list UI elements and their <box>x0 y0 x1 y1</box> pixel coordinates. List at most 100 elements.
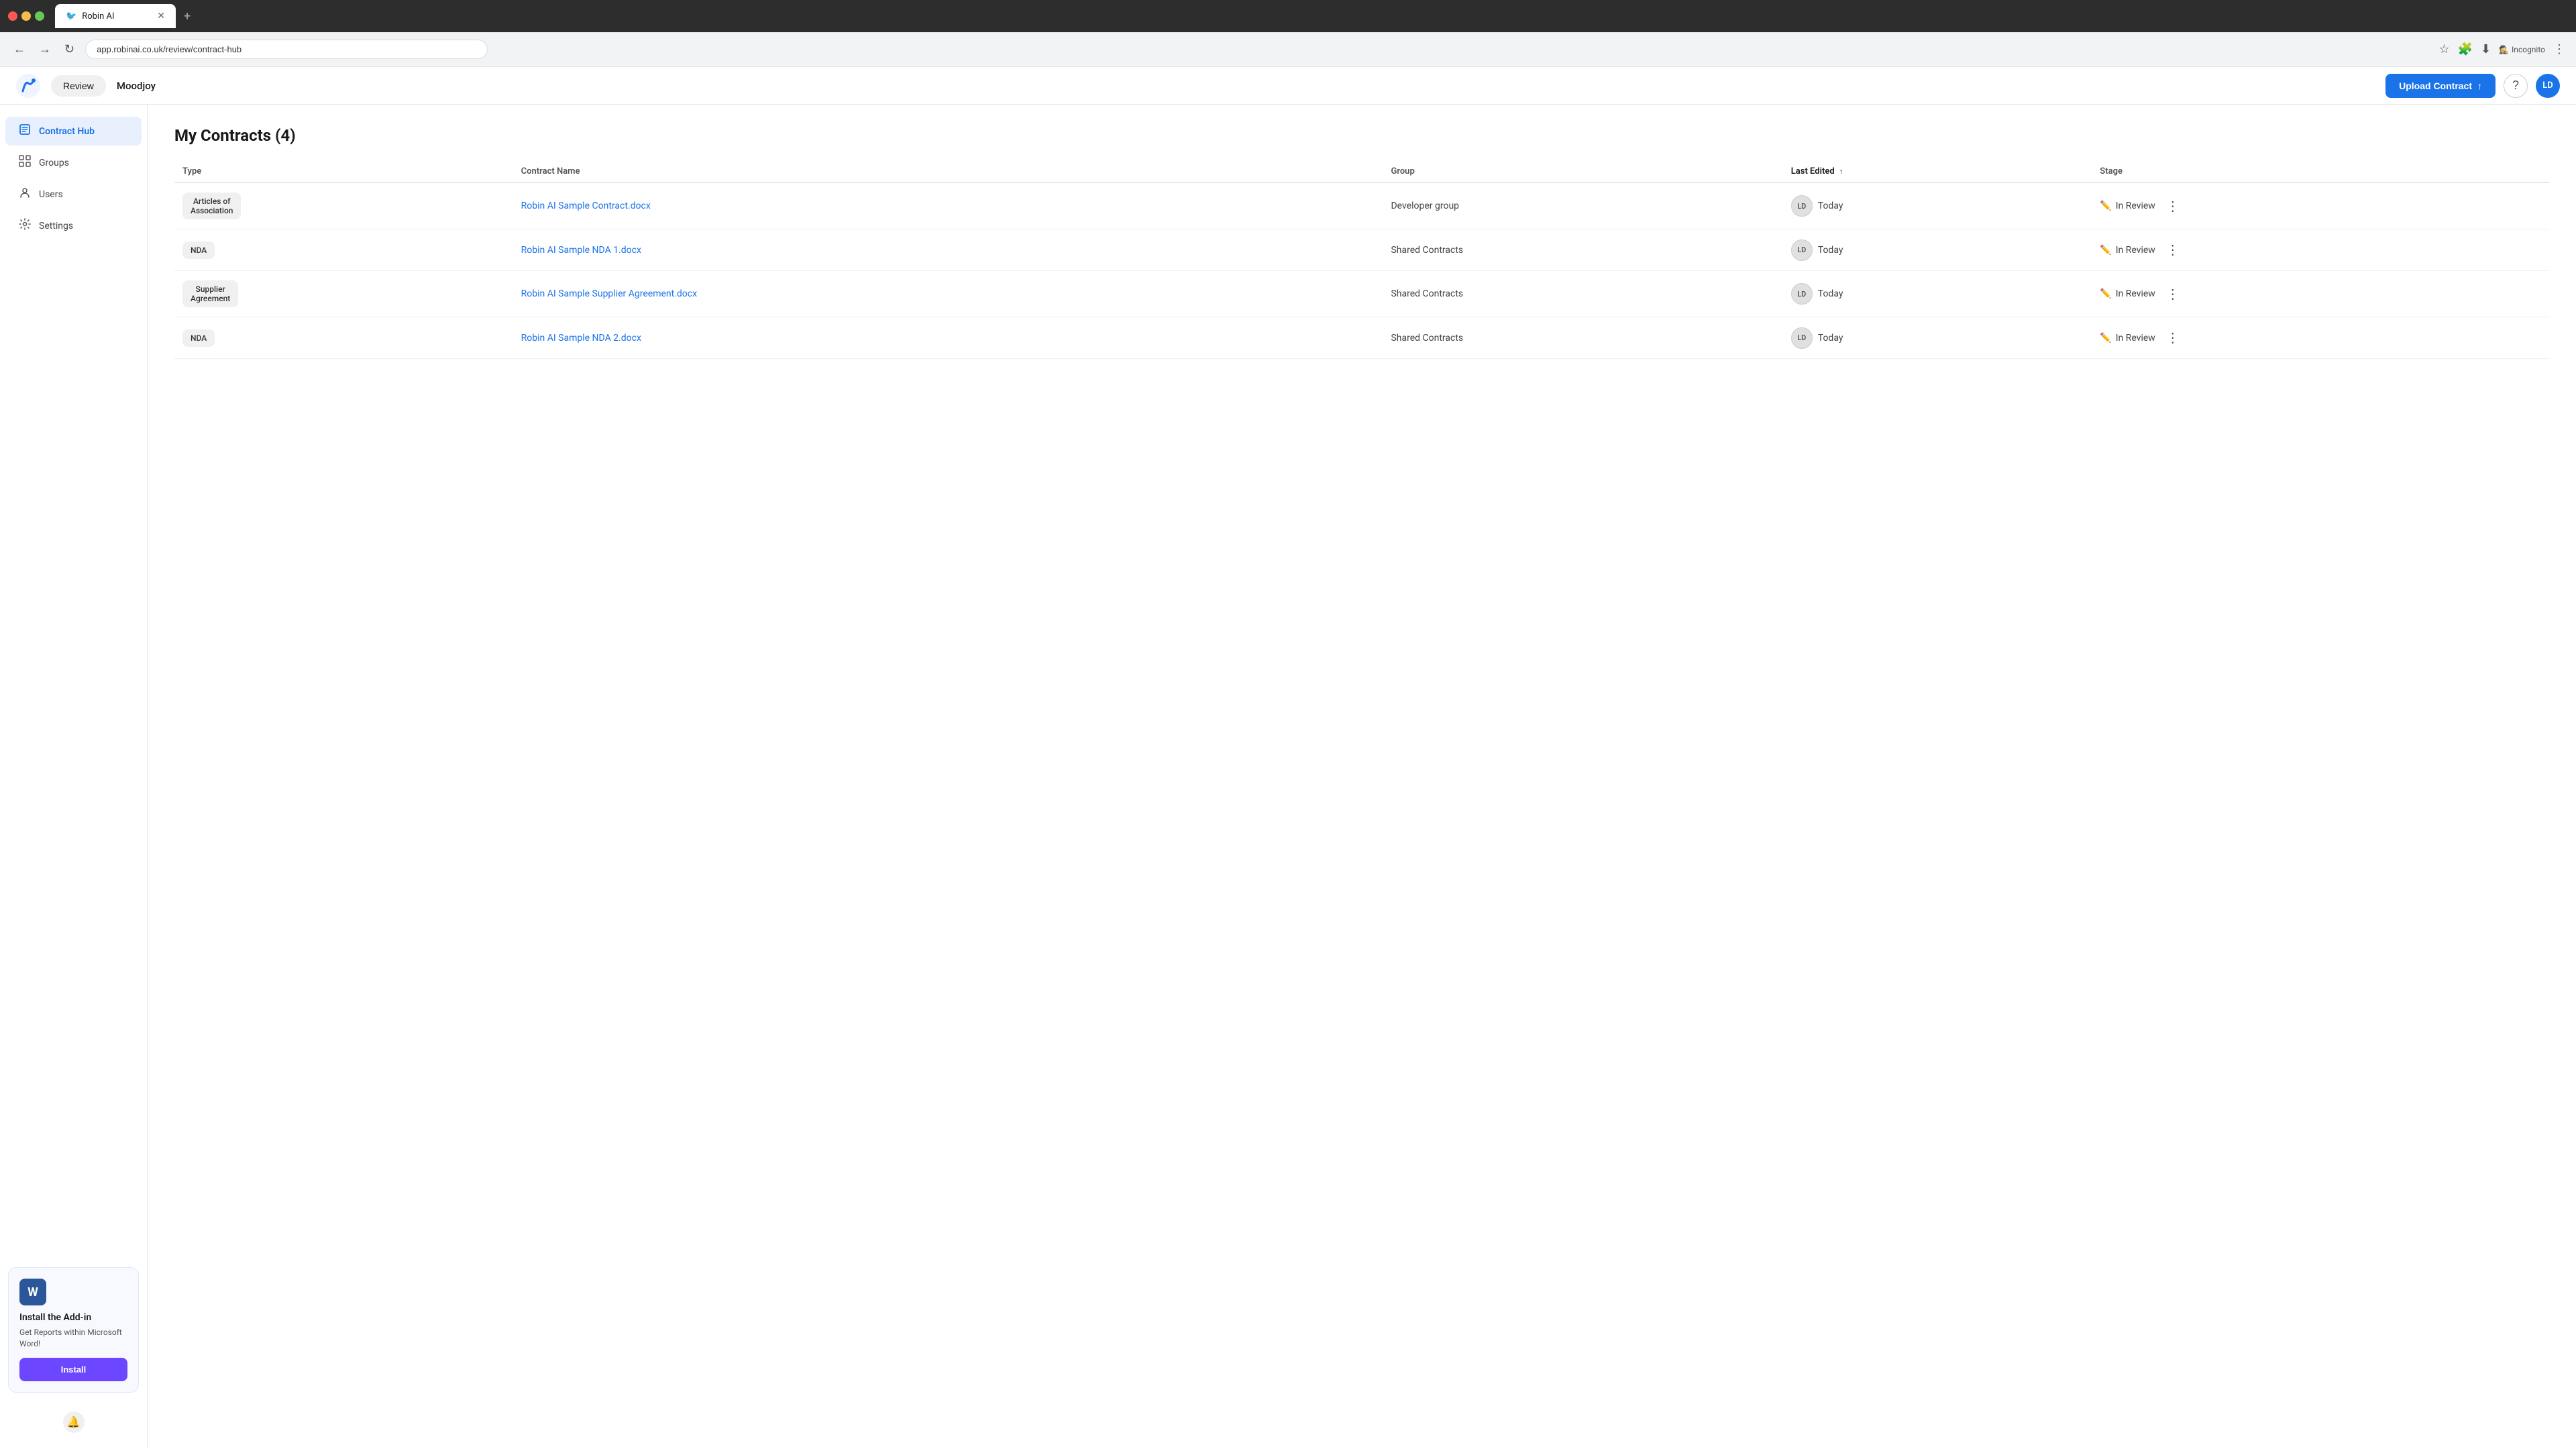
sort-arrow-icon: ↑ <box>1839 167 1843 176</box>
main-content: My Contracts (4) Type Contract Name Grou… <box>148 105 2576 1449</box>
group-name-3: Shared Contracts <box>1391 333 1463 343</box>
contracts-table: Type Contract Name Group Last Edited ↑ S… <box>174 161 2549 359</box>
col-type: Type <box>174 161 513 182</box>
type-badge-2: SupplierAgreement <box>182 280 238 307</box>
contract-link-1[interactable]: Robin AI Sample NDA 1.docx <box>521 245 641 256</box>
contract-link-3[interactable]: Robin AI Sample NDA 2.docx <box>521 333 641 343</box>
header-right: Upload Contract ↑ ? LD <box>2385 74 2560 98</box>
addin-title: Install the Add-in <box>19 1312 127 1323</box>
table-row: NDA Robin AI Sample NDA 2.docx Shared Co… <box>174 317 2549 359</box>
upload-contract-button[interactable]: Upload Contract ↑ <box>2385 74 2496 98</box>
minimize-traffic-light[interactable] <box>21 11 31 21</box>
review-button[interactable]: Review <box>51 75 106 97</box>
more-options-button-3[interactable]: ⋮ <box>2161 327 2185 349</box>
app-body: Contract Hub Groups Users Settings W Ins… <box>0 105 2576 1449</box>
cell-contract-name-2: Robin AI Sample Supplier Agreement.docx <box>513 271 1383 317</box>
contract-link-0[interactable]: Robin AI Sample Contract.docx <box>521 201 651 211</box>
user-avatar-1: LD <box>1791 239 1813 261</box>
reload-button[interactable]: ↻ <box>62 40 77 59</box>
traffic-lights <box>8 11 44 21</box>
tab-favicon: 🐦 <box>66 11 76 21</box>
sidebar-label-users: Users <box>39 189 63 200</box>
cell-stage-0: ✏️ In Review ⋮ <box>2092 182 2549 229</box>
stage-label-2: In Review <box>2116 288 2155 299</box>
cell-contract-name-0: Robin AI Sample Contract.docx <box>513 182 1383 229</box>
sidebar-label-groups: Groups <box>39 158 69 168</box>
col-last-edited[interactable]: Last Edited ↑ <box>1783 161 2092 182</box>
col-stage: Stage <box>2092 161 2549 182</box>
new-tab-button[interactable]: + <box>184 9 191 23</box>
app-header: Review Moodjoy Upload Contract ↑ ? LD <box>0 67 2576 105</box>
maximize-traffic-light[interactable] <box>35 11 44 21</box>
settings-icon <box>19 218 31 233</box>
sidebar-item-contract-hub[interactable]: Contract Hub <box>5 117 142 146</box>
cell-group-2: Shared Contracts <box>1383 271 1782 317</box>
sidebar-item-users[interactable]: Users <box>5 180 142 209</box>
group-name-1: Shared Contracts <box>1391 245 1463 256</box>
more-options-button-2[interactable]: ⋮ <box>2161 283 2185 305</box>
browser-tab[interactable]: 🐦 Robin AI ✕ <box>55 4 176 28</box>
col-contract-name: Contract Name <box>513 161 1383 182</box>
cell-stage-1: ✏️ In Review ⋮ <box>2092 229 2549 271</box>
user-avatar-3: LD <box>1791 327 1813 349</box>
pencil-icon-1: ✏️ <box>2100 245 2111 256</box>
cell-last-edited-0: LD Today <box>1783 182 2092 229</box>
incognito-badge: 🕵 Incognito <box>2499 45 2545 54</box>
upload-icon: ↑ <box>2477 80 2482 91</box>
help-button[interactable]: ? <box>2504 74 2528 98</box>
upload-label: Upload Contract <box>2399 80 2472 91</box>
cell-type-0: Articles ofAssociation <box>174 182 513 229</box>
cell-last-edited-2: LD Today <box>1783 271 2092 317</box>
cell-type-3: NDA <box>174 317 513 359</box>
sidebar-item-settings[interactable]: Settings <box>5 211 142 240</box>
type-badge-0: Articles ofAssociation <box>182 193 241 219</box>
table-row: NDA Robin AI Sample NDA 1.docx Shared Co… <box>174 229 2549 271</box>
stage-label-0: In Review <box>2116 201 2155 211</box>
extensions-icon[interactable]: 🧩 <box>2458 42 2473 56</box>
more-menu-icon[interactable]: ⋮ <box>2553 42 2565 56</box>
contract-hub-icon <box>19 123 31 139</box>
download-icon[interactable]: ⬇ <box>2481 42 2491 56</box>
back-button[interactable]: ← <box>11 40 28 59</box>
install-addin-button[interactable]: Install <box>19 1358 127 1381</box>
addin-card: W Install the Add-in Get Reports within … <box>8 1267 139 1393</box>
user-avatar-0: LD <box>1791 195 1813 217</box>
pencil-icon-3: ✏️ <box>2100 333 2111 343</box>
edit-time-3: Today <box>1818 333 1843 343</box>
close-traffic-light[interactable] <box>8 11 17 21</box>
sidebar: Contract Hub Groups Users Settings W Ins… <box>0 105 148 1449</box>
stage-label-3: In Review <box>2116 333 2155 343</box>
sidebar-item-groups[interactable]: Groups <box>5 148 142 177</box>
user-avatar-header[interactable]: LD <box>2536 74 2560 98</box>
more-options-button-0[interactable]: ⋮ <box>2161 195 2185 217</box>
edit-time-2: Today <box>1818 288 1843 299</box>
users-icon <box>19 186 31 202</box>
user-avatar-2: LD <box>1791 283 1813 305</box>
forward-button[interactable]: → <box>36 40 54 59</box>
cell-last-edited-1: LD Today <box>1783 229 2092 271</box>
edit-time-1: Today <box>1818 245 1843 256</box>
cell-contract-name-1: Robin AI Sample NDA 1.docx <box>513 229 1383 271</box>
groups-icon <box>19 155 31 170</box>
app-logo <box>16 74 40 98</box>
addin-description: Get Reports within Microsoft Word! <box>19 1327 127 1350</box>
sidebar-label-contract-hub: Contract Hub <box>39 126 95 137</box>
address-bar-row: ← → ↻ ☆ 🧩 ⬇ 🕵 Incognito ⋮ <box>0 32 2576 67</box>
type-badge-3: NDA <box>182 329 215 347</box>
col-group: Group <box>1383 161 1782 182</box>
pencil-icon-0: ✏️ <box>2100 201 2111 211</box>
sidebar-label-settings: Settings <box>39 221 73 231</box>
address-input[interactable] <box>85 40 488 59</box>
cell-type-1: NDA <box>174 229 513 271</box>
company-name: Moodjoy <box>117 80 156 92</box>
contract-link-2[interactable]: Robin AI Sample Supplier Agreement.docx <box>521 288 697 299</box>
stage-label-1: In Review <box>2116 245 2155 256</box>
cell-stage-2: ✏️ In Review ⋮ <box>2092 271 2549 317</box>
edit-time-0: Today <box>1818 201 1843 211</box>
tab-close-button[interactable]: ✕ <box>157 11 165 21</box>
notifications-button[interactable]: 🔔 <box>63 1411 85 1433</box>
tab-title: Robin AI <box>82 11 114 21</box>
incognito-icon: 🕵 <box>2499 45 2509 54</box>
bookmark-icon[interactable]: ☆ <box>2438 42 2449 56</box>
more-options-button-1[interactable]: ⋮ <box>2161 239 2185 261</box>
